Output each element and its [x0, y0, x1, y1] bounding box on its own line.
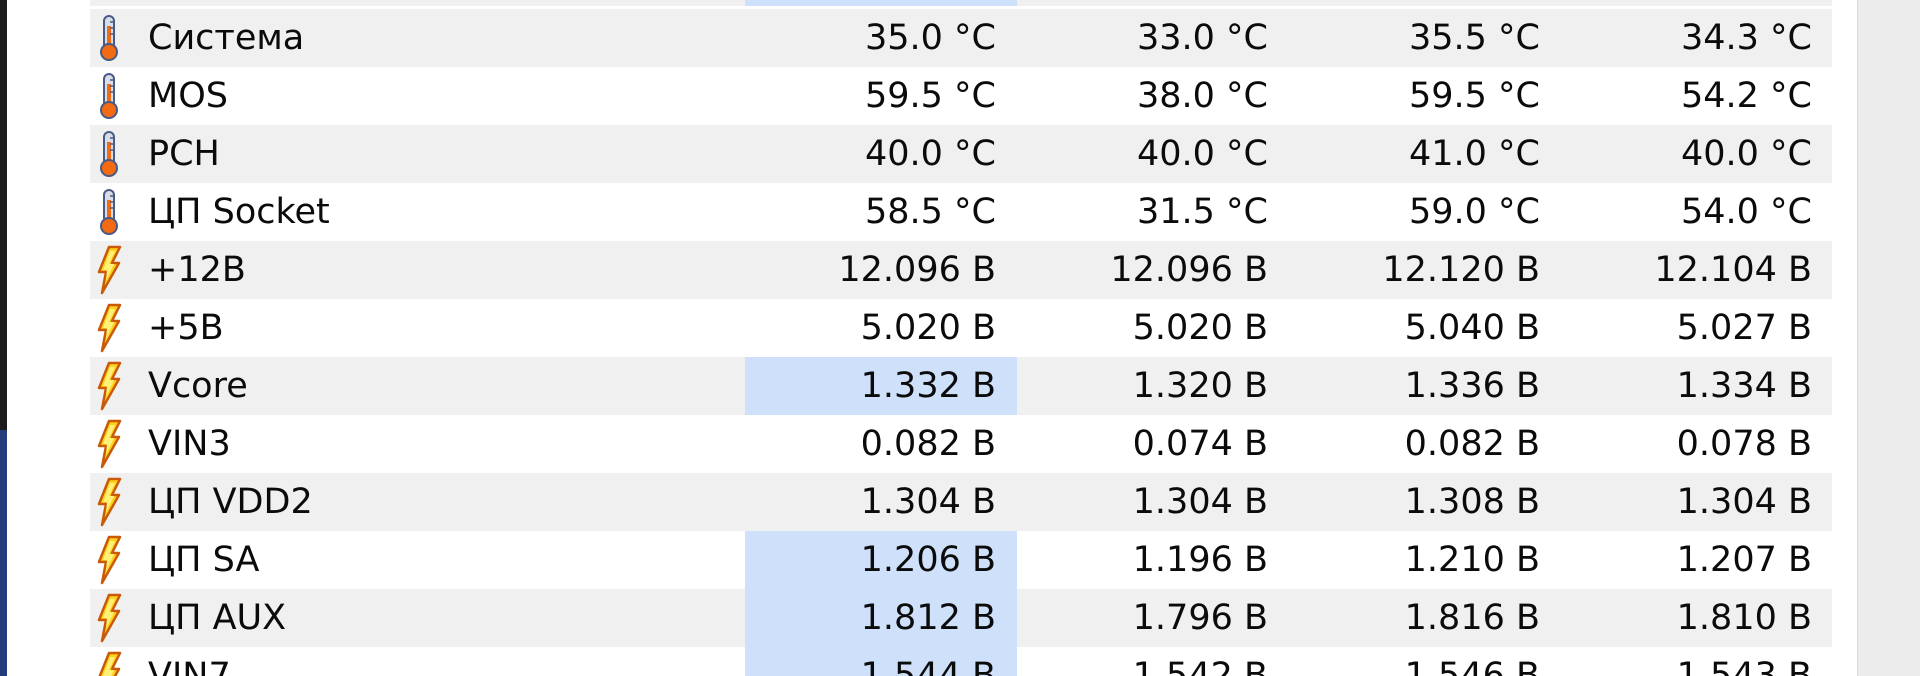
lightning-icon — [94, 361, 124, 411]
sensor-row[interactable]: Система 35.0 °C 33.0 °C 35.5 °C 34.3 °C — [90, 9, 1832, 67]
sensor-min-value: 33.0 °C — [1137, 18, 1268, 58]
sensor-label: Система — [148, 18, 305, 58]
sensor-min-value: 40.0 °C — [1137, 134, 1268, 174]
sensor-current-value: 1.544 В — [745, 647, 1017, 676]
sensor-current-value: 5.020 В — [860, 308, 996, 348]
lightning-icon — [94, 477, 124, 527]
sensor-label: ЦП VDD2 — [148, 482, 313, 522]
sensor-min-value: 1.796 В — [1132, 598, 1268, 638]
sensor-max-value: 41.0 °C — [1409, 134, 1540, 174]
sensor-row[interactable]: Vcore 1.332 В 1.320 В 1.336 В 1.334 В — [90, 357, 1832, 415]
sensor-row[interactable]: MOS 59.5 °C 38.0 °C 59.5 °C 54.2 °C — [90, 67, 1832, 125]
sensor-max-value: 5.040 В — [1404, 308, 1540, 348]
lightning-icon — [94, 651, 124, 676]
thermometer-icon — [94, 187, 124, 237]
window-left-edge — [0, 0, 7, 676]
sensor-row[interactable]: ЦП AUX 1.812 В 1.796 В 1.816 В 1.810 В — [90, 589, 1832, 647]
sensor-min-value: 1.320 В — [1132, 366, 1268, 406]
sensor-label: MOS — [148, 76, 228, 116]
sensor-current-value: 58.5 °C — [865, 192, 996, 232]
sensor-avg-value: 1.207 В — [1676, 540, 1812, 580]
sensor-avg-value: 0.078 В — [1676, 424, 1812, 464]
sensor-row[interactable]: ЦП VDD2 1.304 В 1.304 В 1.308 В 1.304 В — [90, 473, 1832, 531]
sensor-current-value: 0.082 В — [860, 424, 996, 464]
sensor-avg-value: 1.810 В — [1676, 598, 1812, 638]
sensor-current-value: 1.304 В — [860, 482, 996, 522]
sensor-label: VIN3 — [148, 424, 231, 464]
thermometer-icon — [94, 71, 124, 121]
lightning-icon — [94, 303, 124, 353]
sensor-max-value: 1.308 В — [1404, 482, 1540, 522]
sensor-row[interactable]: +5В 5.020 В 5.020 В 5.040 В 5.027 В — [90, 299, 1832, 357]
sensor-min-value: 12.096 В — [1110, 250, 1268, 290]
sensor-max-value: 59.0 °C — [1409, 192, 1540, 232]
sensor-table: Система 35.0 °C 33.0 °C 35.5 °C 34.3 °C MOS 5… — [90, 0, 1832, 676]
sensor-label: ЦП AUX — [148, 598, 287, 638]
sensor-row[interactable]: ЦП SA 1.206 В 1.196 В 1.210 В 1.207 В — [90, 531, 1832, 589]
sensor-max-value: 12.120 В — [1382, 250, 1540, 290]
sensor-label: Vcore — [148, 366, 248, 406]
sensor-label: +12В — [148, 250, 246, 290]
sensor-min-value: 1.542 В — [1132, 656, 1268, 676]
sensor-row[interactable]: ЦП Socket 58.5 °C 31.5 °C 59.0 °C 54.0 °C — [90, 183, 1832, 241]
sensor-max-value: 1.816 В — [1404, 598, 1540, 638]
sensor-current-value: 12.096 В — [838, 250, 996, 290]
sensor-avg-value: 40.0 °C — [1681, 134, 1812, 174]
sensor-min-value: 38.0 °C — [1137, 76, 1268, 116]
sensor-avg-value: 54.2 °C — [1681, 76, 1812, 116]
sensor-label: +5В — [148, 308, 224, 348]
sensor-max-value: 1.336 В — [1404, 366, 1540, 406]
sensor-avg-value: 1.304 В — [1676, 482, 1812, 522]
sensor-avg-value: 12.104 В — [1654, 250, 1812, 290]
sensor-min-value: 5.020 В — [1132, 308, 1268, 348]
thermometer-icon — [94, 13, 124, 63]
sensor-row[interactable]: +12В 12.096 В 12.096 В 12.120 В 12.104 В — [90, 241, 1832, 299]
sensor-max-value: 0.082 В — [1404, 424, 1540, 464]
vertical-scrollbar[interactable] — [1857, 0, 1920, 676]
sensor-current-value: 1.812 В — [745, 589, 1017, 647]
sensor-row[interactable]: PCH 40.0 °C 40.0 °C 41.0 °C 40.0 °C — [90, 125, 1832, 183]
sensor-label: VIN7 — [148, 656, 231, 676]
sensor-current-value: 35.0 °C — [865, 18, 996, 58]
sensor-current-value: 1.206 В — [745, 531, 1017, 589]
sensor-avg-value: 1.543 В — [1676, 656, 1812, 676]
lightning-icon — [94, 245, 124, 295]
sensor-avg-value: 54.0 °C — [1681, 192, 1812, 232]
lightning-icon — [94, 419, 124, 469]
sensor-max-value: 1.546 В — [1404, 656, 1540, 676]
lightning-icon — [94, 593, 124, 643]
thermometer-icon — [94, 129, 124, 179]
sensor-current-value: 59.5 °C — [865, 76, 996, 116]
sensor-min-value: 31.5 °C — [1137, 192, 1268, 232]
sensor-row[interactable]: VIN7 1.544 В 1.542 В 1.546 В 1.543 В — [90, 647, 1832, 676]
sensor-avg-value: 34.3 °C — [1681, 18, 1812, 58]
sensor-label: PCH — [148, 134, 220, 174]
sensor-min-value: 0.074 В — [1132, 424, 1268, 464]
sensor-current-value: 1.332 В — [745, 357, 1017, 415]
sensor-min-value: 1.196 В — [1132, 540, 1268, 580]
lightning-icon — [94, 535, 124, 585]
sensor-row[interactable]: VIN3 0.082 В 0.074 В 0.082 В 0.078 В — [90, 415, 1832, 473]
sensor-current-value: 40.0 °C — [865, 134, 996, 174]
sensor-max-value: 59.5 °C — [1409, 76, 1540, 116]
sensor-label: ЦП SA — [148, 540, 260, 580]
sensor-max-value: 35.5 °C — [1409, 18, 1540, 58]
sensor-avg-value: 5.027 В — [1676, 308, 1812, 348]
sensor-avg-value: 1.334 В — [1676, 366, 1812, 406]
sensor-max-value: 1.210 В — [1404, 540, 1540, 580]
sensor-label: ЦП Socket — [148, 192, 330, 232]
sensor-min-value: 1.304 В — [1132, 482, 1268, 522]
